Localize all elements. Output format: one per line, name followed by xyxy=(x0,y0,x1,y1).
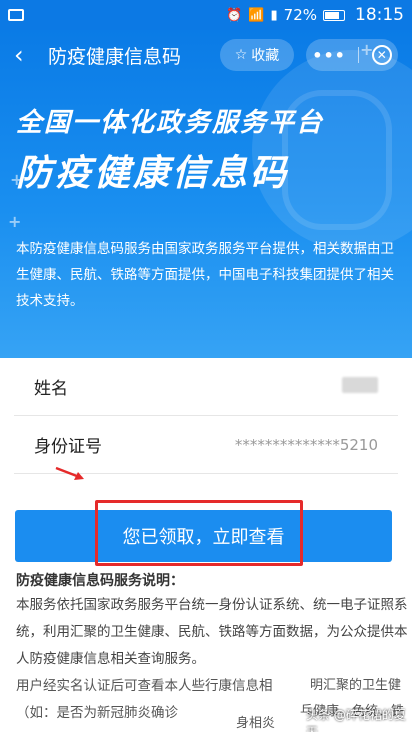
id-label: 身份证号 xyxy=(34,437,102,457)
name-value-redacted xyxy=(342,376,378,397)
name-row[interactable]: 姓名 xyxy=(14,358,398,416)
notes-paragraph: 本服务依托国家政务服务平台统一身份认证系统、统一电子证照系统，利用汇聚的卫生健康… xyxy=(16,597,408,667)
name-label: 姓名 xyxy=(34,379,68,399)
page-title: 防疫健康信息码 xyxy=(48,45,182,68)
hero-subtitle: 全国一体化政务服务平台 xyxy=(16,108,325,138)
back-arrow-icon[interactable]: ‹ xyxy=(14,41,36,69)
overlay-text: 明汇聚的卫生健 xyxy=(310,678,402,693)
status-bar: ⏰ 📶 ▮ 72% 18:15 xyxy=(0,0,412,30)
hero-banner: + + + ‹ 防疫健康信息码 ☆ 收藏 ••• ✕ 全国一体化政务服务平台 防… xyxy=(0,30,412,358)
close-icon[interactable]: ✕ xyxy=(371,45,392,65)
hero-description: 本防疫健康信息码服务由国家政务服务平台提供，相关数据由卫生健康、民航、铁路等方面… xyxy=(16,241,394,309)
hero-title: 防疫健康信息码 xyxy=(16,153,290,194)
nav-bar: ‹ 防疫健康信息码 ☆ 收藏 ••• ✕ xyxy=(0,30,412,80)
gallery-icon xyxy=(8,9,24,21)
clock: 18:15 xyxy=(355,5,404,25)
watermark: 头条 @碎花裙的夏天 xyxy=(306,708,406,732)
more-options-button[interactable]: ••• xyxy=(312,46,346,65)
battery-percent: 72% xyxy=(283,6,317,24)
star-icon: ☆ xyxy=(234,47,248,63)
identity-form: 姓名 身份证号 **************5210 xyxy=(14,358,398,474)
mini-program-capsule: ••• ✕ xyxy=(306,39,398,71)
favorite-label: 收藏 xyxy=(251,48,280,64)
battery-icon xyxy=(323,9,345,21)
capsule-divider xyxy=(358,47,360,63)
signal-icon: ▮ xyxy=(270,7,278,23)
notes-heading: 防疫健康信息码服务说明： xyxy=(16,573,184,589)
annotation-arrow-icon xyxy=(55,466,84,480)
id-value: **************5210 xyxy=(234,435,378,454)
view-health-code-button[interactable]: 您已领取，立即查看 xyxy=(15,510,392,562)
wifi-icon: 📶 xyxy=(248,7,265,23)
plus-decoration-icon: + xyxy=(8,212,22,231)
favorite-button[interactable]: ☆ 收藏 xyxy=(220,39,294,71)
overlay-text: 身相炎 xyxy=(236,716,276,731)
alarm-icon: ⏰ xyxy=(226,7,243,23)
cta-label: 您已领取，立即查看 xyxy=(122,527,285,548)
